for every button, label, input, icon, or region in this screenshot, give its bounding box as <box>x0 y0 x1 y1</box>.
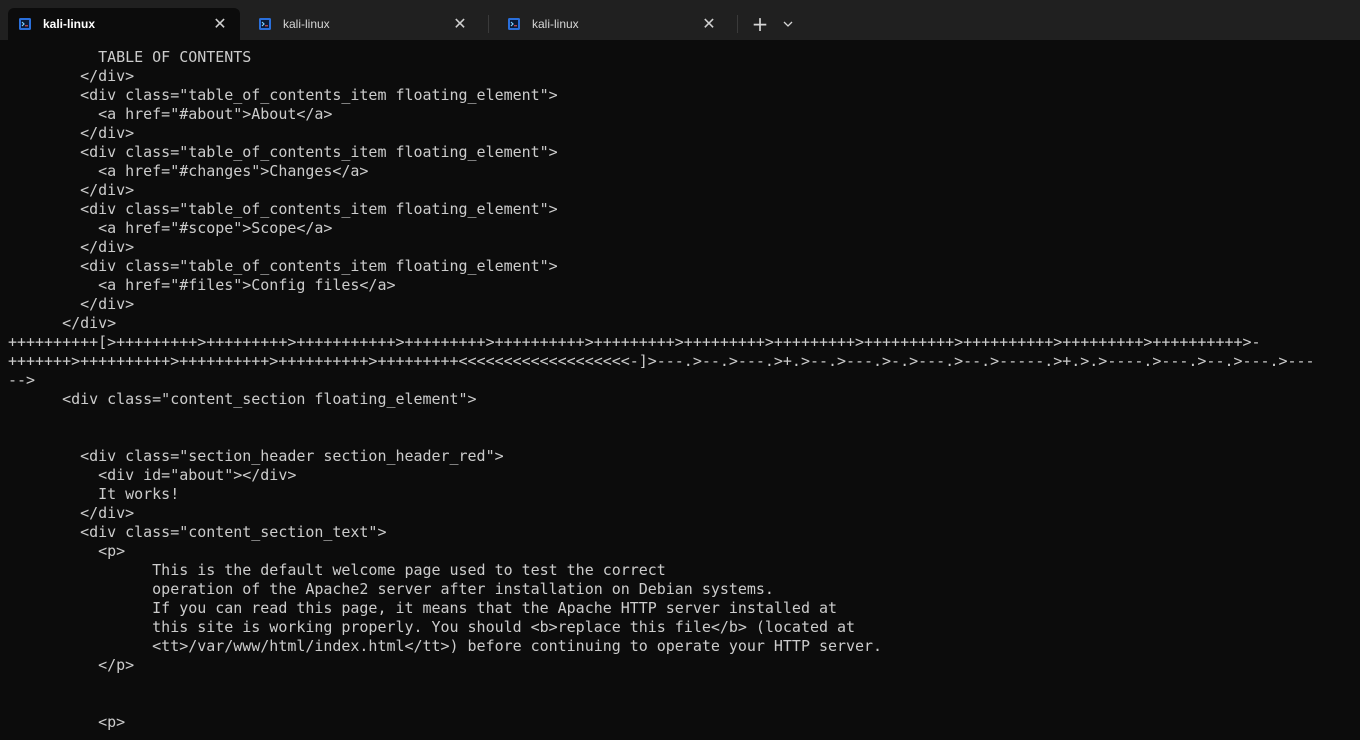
terminal-line: +++++++>++++++++++>++++++++++>++++++++++… <box>8 352 1315 370</box>
terminal-line: <div class="table_of_contents_item float… <box>8 86 558 104</box>
terminal-output[interactable]: TABLE OF CONTENTS </div> <div class="tab… <box>0 40 1360 740</box>
tab-bar: kali-linux ✕ kali-linux ✕ kali-linux ✕ + <box>0 0 1360 40</box>
terminal-line: <tt>/var/www/html/index.html</tt>) befor… <box>8 637 883 655</box>
terminal-line: TABLE OF CONTENTS <box>8 48 252 66</box>
terminal-line: </div> <box>8 504 135 522</box>
tab-kali-linux-3[interactable]: kali-linux ✕ <box>497 8 729 40</box>
kali-terminal-icon <box>508 18 520 30</box>
terminal-line: </div> <box>8 238 135 256</box>
terminal-line: </p> <box>8 656 135 674</box>
terminal-line: </div> <box>8 181 135 199</box>
tab-divider <box>488 15 489 33</box>
terminal-line: ++++++++++[>+++++++++>+++++++++>++++++++… <box>8 333 1261 351</box>
close-icon[interactable]: ✕ <box>699 14 719 34</box>
terminal-line: this site is working properly. You shoul… <box>8 618 856 636</box>
tab-label: kali-linux <box>283 17 330 31</box>
terminal-line: <div class="table_of_contents_item float… <box>8 257 558 275</box>
terminal-line: <div id="about"></div> <box>8 466 297 484</box>
terminal-line: <div class="content_section floating_ele… <box>8 390 477 408</box>
terminal-line: This is the default welcome page used to… <box>8 561 666 579</box>
terminal-line: <div class="table_of_contents_item float… <box>8 143 558 161</box>
terminal-line: <p> <box>8 542 126 560</box>
terminal-line: It works! <box>8 485 180 503</box>
terminal-line: <div class="section_header section_heade… <box>8 447 504 465</box>
tab-label: kali-linux <box>43 17 96 31</box>
terminal-line: </div> <box>8 124 135 142</box>
tab-kali-linux-1[interactable]: kali-linux ✕ <box>8 8 240 40</box>
terminal-line: <a href="#changes">Changes</a> <box>8 162 369 180</box>
kali-terminal-icon <box>259 18 271 30</box>
terminal-line: <a href="#scope">Scope</a> <box>8 219 333 237</box>
close-icon[interactable]: ✕ <box>450 14 470 34</box>
chevron-down-icon[interactable] <box>774 10 802 38</box>
terminal-line: <a href="#files">Config files</a> <box>8 276 396 294</box>
terminal-line: <div class="table_of_contents_item float… <box>8 200 558 218</box>
terminal-line: <div class="content_section_text"> <box>8 523 387 541</box>
terminal-line: If you can read this page, it means that… <box>8 599 837 617</box>
terminal-line: --> <box>8 371 36 389</box>
terminal-line: operation of the Apache2 server after in… <box>8 580 774 598</box>
tab-label: kali-linux <box>532 17 579 31</box>
tab-kali-linux-2[interactable]: kali-linux ✕ <box>248 8 480 40</box>
new-tab-button[interactable]: + <box>746 10 774 38</box>
terminal-line: </div> <box>8 314 117 332</box>
chevron-down-icon <box>783 21 793 27</box>
terminal-line: <a href="#about">About</a> <box>8 105 333 123</box>
kali-terminal-icon <box>19 18 31 30</box>
terminal-line: </div> <box>8 67 135 85</box>
terminal-line: <p> <box>8 713 126 731</box>
tab-divider <box>737 15 738 33</box>
close-icon[interactable]: ✕ <box>210 14 230 34</box>
terminal-line: </div> <box>8 295 135 313</box>
